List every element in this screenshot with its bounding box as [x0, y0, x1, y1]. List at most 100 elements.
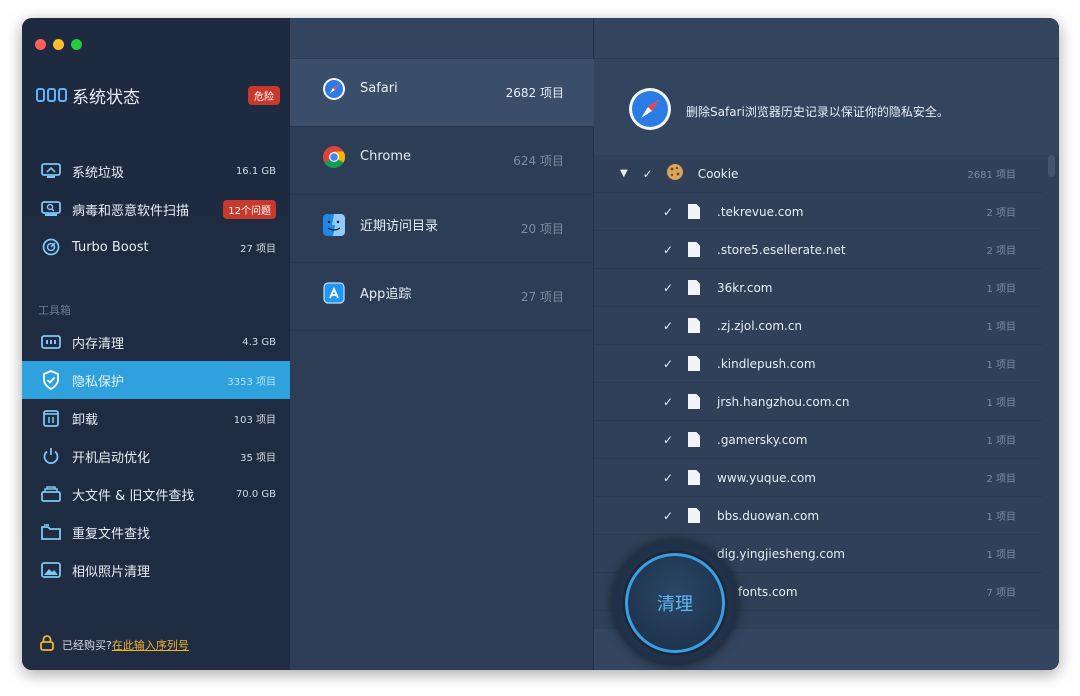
sidebar-item-startup[interactable]: 开机启动优化 35 项目 — [22, 437, 290, 475]
virus-scan-icon — [40, 198, 62, 220]
cookie-count: 1 项目 — [986, 284, 1016, 295]
sidebar-item-value: 16.1 GB — [235, 165, 276, 177]
list-scrollbar[interactable] — [1048, 155, 1055, 177]
cookie-domain: .tekrevue.com — [717, 204, 804, 219]
duplicate-files-icon — [40, 521, 62, 543]
turbo-boost-icon — [40, 236, 62, 258]
checkbox[interactable]: ✓ — [662, 205, 674, 219]
danger-badge: 危险 — [248, 85, 280, 105]
sidebar-item-similar-photos[interactable]: 相似照片清理 — [22, 551, 290, 589]
checkbox[interactable]: ✓ — [662, 509, 674, 523]
checkbox[interactable]: ✓ — [662, 395, 674, 409]
cookie-count: 7 项目 — [986, 588, 1016, 599]
browser-item-recent-folders[interactable]: 近期访问目录 20 项目 — [290, 195, 594, 263]
cookie-group-row[interactable]: ▼ ✓ Cookie 2681 项目 — [594, 155, 1042, 193]
app-store-icon — [322, 281, 346, 305]
document-icon — [688, 470, 700, 485]
sidebar-item-label: 重复文件查找 — [72, 526, 151, 542]
sidebar-item-system-junk[interactable]: 系统垃圾 16.1 GB — [22, 152, 290, 190]
sidebar-item-uninstall[interactable]: 卸载 103 项目 — [22, 399, 290, 437]
document-icon — [688, 242, 700, 257]
enter-serial-link[interactable]: 在此输入序列号 — [112, 637, 189, 653]
document-icon — [688, 394, 700, 409]
browser-item-app-tracking[interactable]: App追踪 27 项目 — [290, 263, 594, 331]
cookie-count: 1 项目 — [986, 512, 1016, 523]
sidebar-item-label: 开机启动优化 — [72, 450, 151, 466]
sidebar-item-label: 系统垃圾 — [72, 165, 125, 181]
document-icon — [688, 318, 700, 333]
sidebar-item-privacy[interactable]: 隐私保护 3353 项目 — [22, 361, 290, 399]
document-icon — [688, 280, 700, 295]
sidebar-item-label: 隐私保护 — [72, 374, 125, 390]
memory-icon — [40, 331, 62, 353]
zoom-window-button[interactable] — [71, 39, 82, 50]
browser-count: 624 项目 — [513, 154, 564, 168]
browser-count: 27 项目 — [520, 290, 564, 304]
cookie-row[interactable]: ✓ jrsh.hangzhou.com.cn 1 项目 — [594, 383, 1042, 421]
clean-button-ring: 清理 — [612, 540, 738, 666]
sidebar-item-turbo-boost[interactable]: Turbo Boost 27 项目 — [22, 228, 290, 266]
sidebar-item-duplicate-files[interactable]: 重复文件查找 — [22, 513, 290, 551]
cookie-row[interactable]: ✓ bbs.duowan.com 1 项目 — [594, 497, 1042, 535]
cookie-icon — [666, 163, 684, 184]
checkbox[interactable]: ✓ — [642, 167, 654, 181]
browser-list-panel: Safari 2682 项目 Chrome 624 项目 近期访问目录 20 项… — [290, 18, 594, 670]
close-window-button[interactable] — [35, 39, 46, 50]
cookie-domain: bbs.duowan.com — [717, 508, 820, 523]
cookie-domain: .store5.esellerate.net — [717, 242, 846, 257]
sidebar-item-label: 内存清理 — [72, 336, 125, 352]
checkbox[interactable]: ✓ — [662, 357, 674, 371]
cookie-row[interactable]: ✓ .tekrevue.com 2 项目 — [594, 193, 1042, 231]
sidebar-item-value: 35 项目 — [240, 452, 276, 464]
sidebar-item-label: Turbo Boost — [72, 239, 149, 255]
already-bought-text: 已经购买? — [62, 639, 112, 652]
minimize-window-button[interactable] — [53, 39, 64, 50]
safari-large-icon — [628, 87, 672, 135]
detail-toolbar — [594, 18, 1059, 59]
checkbox[interactable]: ✓ — [662, 243, 674, 257]
cookie-row[interactable]: ✓ .kindlepush.com 1 项目 — [594, 345, 1042, 383]
checkbox[interactable]: ✓ — [662, 433, 674, 447]
cookie-count: 2 项目 — [986, 246, 1016, 257]
cookie-domain: .kindlepush.com — [717, 356, 816, 371]
cookie-count: 2 项目 — [986, 474, 1016, 485]
cookie-domain: .gamersky.com — [717, 432, 808, 447]
toolbox-section-label: 工具箱 — [38, 304, 71, 317]
sidebar-item-large-files[interactable]: 大文件 & 旧文件查找 70.0 GB — [22, 475, 290, 513]
clean-button[interactable]: 清理 — [625, 553, 725, 653]
cookie-count: 1 项目 — [986, 322, 1016, 333]
disclosure-triangle-icon[interactable]: ▼ — [620, 168, 628, 179]
checkbox[interactable]: ✓ — [662, 281, 674, 295]
license-row: 已经购买? 在此输入序列号 — [40, 635, 189, 655]
document-icon — [688, 432, 700, 447]
sidebar-item-value: 70.0 GB — [235, 488, 276, 500]
cookie-domain: 36kr.com — [717, 280, 773, 295]
trash-monitor-icon — [40, 160, 62, 182]
large-files-icon — [40, 483, 62, 505]
finder-icon — [322, 213, 346, 237]
browser-item-safari[interactable]: Safari 2682 项目 — [290, 59, 594, 127]
checkbox[interactable]: ✓ — [662, 319, 674, 333]
sidebar-item-virus-scan[interactable]: 病毒和恶意软件扫描 12个问题 — [22, 190, 290, 228]
issue-badge: 12个问题 — [223, 199, 276, 219]
cookie-row[interactable]: ✓ 36kr.com 1 项目 — [594, 269, 1042, 307]
cookie-row[interactable]: ✓ .zj.zjol.com.cn 1 项目 — [594, 307, 1042, 345]
cookie-count: 1 项目 — [986, 398, 1016, 409]
cookie-row[interactable]: ✓ www.yuque.com 2 项目 — [594, 459, 1042, 497]
sidebar: 系统状态 危险 系统垃圾 16.1 GB 病毒和恶意软件扫描 12个问题 Tur… — [22, 18, 290, 670]
browser-item-chrome[interactable]: Chrome 624 项目 — [290, 127, 594, 195]
middle-toolbar — [290, 18, 593, 59]
cookie-domain: www.yuque.com — [717, 470, 816, 485]
cookie-count: 1 项目 — [986, 360, 1016, 371]
cookie-row[interactable]: ✓ .store5.esellerate.net 2 项目 — [594, 231, 1042, 269]
checkbox[interactable]: ✓ — [662, 471, 674, 485]
system-status-item[interactable]: 系统状态 危险 — [36, 82, 286, 108]
cookie-count: 1 项目 — [986, 550, 1016, 561]
sidebar-item-label: 相似照片清理 — [72, 564, 151, 580]
detail-header: 删除Safari浏览器历史记录以保证你的隐私安全。 — [594, 59, 1059, 155]
document-icon — [688, 508, 700, 523]
sidebar-item-memory-clean[interactable]: 内存清理 4.3 GB — [22, 323, 290, 361]
browser-count: 2682 项目 — [505, 86, 564, 100]
cookie-row[interactable]: ✓ .gamersky.com 1 项目 — [594, 421, 1042, 459]
document-icon — [688, 356, 700, 371]
